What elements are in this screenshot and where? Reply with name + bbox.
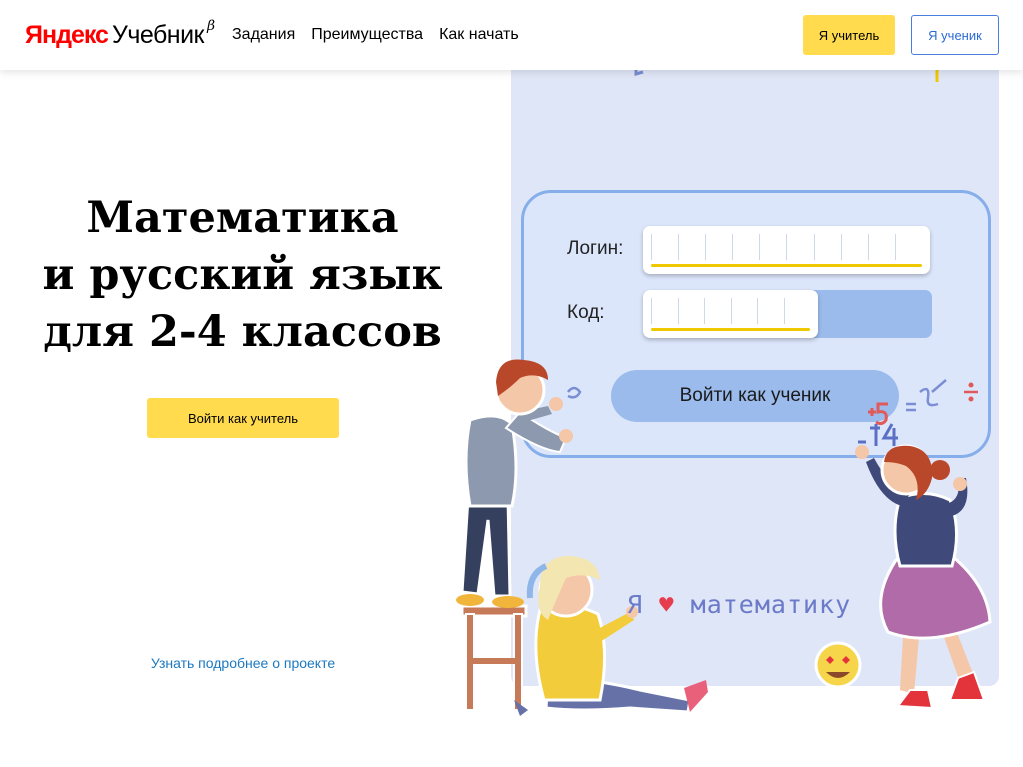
plus-five-icon	[868, 402, 888, 426]
minus-four-icon	[858, 423, 898, 446]
logo-yandex-text: Яндекс	[25, 21, 109, 49]
children-illustration	[456, 359, 992, 716]
heart-icon: ♥	[659, 591, 675, 619]
main-nav: Задания Преимущества Как начать	[232, 24, 519, 46]
smiley-face-icon	[814, 641, 862, 689]
logo-beta-badge: β	[207, 18, 216, 34]
chalk-word-i: Я	[627, 590, 644, 619]
sitting-girl-figure	[514, 556, 708, 716]
student-button[interactable]: Я ученик	[911, 15, 999, 55]
divide-sign-icon	[964, 382, 978, 402]
math-doodles-icon	[906, 379, 947, 412]
chalk-message: Я ♥ математику	[627, 590, 851, 619]
nav-item-tasks[interactable]: Задания	[232, 24, 295, 46]
top-header: Яндекс Учебник β Задания Преимущества Ка…	[0, 0, 1023, 70]
chalk-word-math: математику	[690, 590, 852, 619]
logo-product-text: Учебник	[111, 21, 205, 49]
standing-girl-figure	[855, 444, 992, 710]
chalk-scribble-icon	[567, 386, 582, 399]
teacher-button[interactable]: Я учитель	[803, 15, 895, 55]
nav-item-advantages[interactable]: Преимущества	[311, 24, 423, 46]
yandex-uchebnik-logo[interactable]: Яндекс Учебник β	[25, 17, 215, 53]
nav-item-how-to-start[interactable]: Как начать	[439, 24, 519, 46]
